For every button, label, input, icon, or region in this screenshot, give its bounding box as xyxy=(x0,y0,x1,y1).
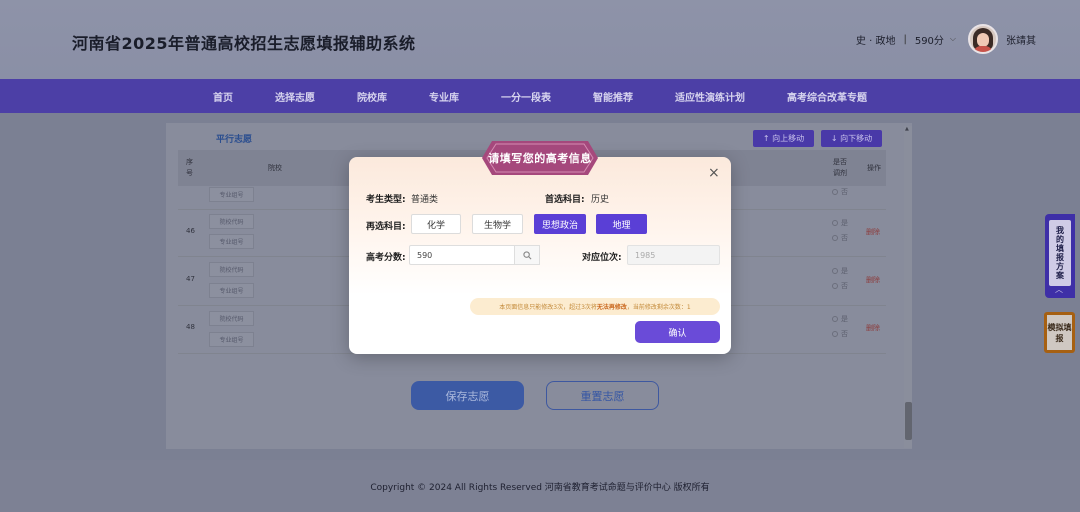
modal-title: 请填写您的高考信息 xyxy=(488,152,592,165)
search-icon[interactable] xyxy=(514,245,540,265)
nav-item-choose-volunteer[interactable]: 选择志愿 xyxy=(254,89,336,104)
selected-subjects[interactable]: 史 · 政地 xyxy=(856,32,896,47)
nav-item-score-table[interactable]: 一分一段表 xyxy=(480,89,572,104)
footer: Copyright © 2024 All Rights Reserved 河南省… xyxy=(0,460,1080,512)
mock-fill-label[interactable]: 模拟填报 xyxy=(1047,315,1072,350)
save-volunteer-button[interactable]: 保存志愿 xyxy=(411,381,524,410)
col-adjust: 是否 调剂 xyxy=(833,158,847,177)
subject-chemistry-button[interactable]: 化学 xyxy=(411,214,461,234)
mock-fill-widget[interactable]: 模拟填报 xyxy=(1044,312,1075,353)
scrollbar-track[interactable] xyxy=(904,126,912,448)
school-code-chip[interactable]: 院校代码 xyxy=(209,262,254,277)
copyright-text: Copyright © 2024 All Rights Reserved 河南省… xyxy=(370,482,710,493)
row-index: 46 xyxy=(186,227,195,235)
col-index: 序 号 xyxy=(186,158,193,177)
first-subject-label: 首选科目: xyxy=(545,195,585,205)
user-area: 史 · 政地 | 590分 ⌵ 张靖其 xyxy=(856,22,1036,56)
delete-link[interactable]: 删除 xyxy=(866,275,880,285)
chevron-down-icon[interactable]: ⌵ xyxy=(950,34,956,44)
avatar[interactable] xyxy=(968,24,998,54)
school-code-chip[interactable]: 院校代码 xyxy=(209,311,254,326)
nav-item-reform-topic[interactable]: 高考综合改革专题 xyxy=(766,89,888,104)
user-score[interactable]: 590分 xyxy=(915,32,944,47)
adjust-radio[interactable]: 否 xyxy=(832,185,848,200)
subject-politics-button[interactable]: 思想政治 xyxy=(534,214,586,234)
adjust-radio[interactable]: 是否 xyxy=(832,216,848,246)
rank-label: 对应位次: xyxy=(582,253,622,263)
site-header: 河南省2025年普通高校招生志愿填报辅助系统 史 · 政地 | 590分 ⌵ 张… xyxy=(0,0,1080,79)
row-index: 47 xyxy=(186,275,195,283)
school-code-chip[interactable]: 院校代码 xyxy=(209,214,254,229)
user-name[interactable]: 张靖其 xyxy=(1006,32,1036,47)
nav-item-drill-plan[interactable]: 适应性演练计划 xyxy=(654,89,766,104)
exam-type-label: 考生类型: xyxy=(366,195,406,205)
my-plan-widget[interactable]: 我的填报方案 ︿ xyxy=(1045,214,1075,298)
col-action: 操作 xyxy=(867,164,881,172)
edit-limit-notice: 本页面信息只能修改3次，超过3次将 无法再修改 ，当前修改剩余次数：1 xyxy=(470,298,720,315)
separator: | xyxy=(903,33,907,45)
adjust-radio[interactable]: 是否 xyxy=(832,264,848,294)
reset-volunteer-button[interactable]: 重置志愿 xyxy=(546,381,659,410)
my-plan-label[interactable]: 我的填报方案 xyxy=(1049,220,1071,286)
score-input[interactable]: 590 xyxy=(409,245,515,265)
second-subject-label: 再选科目: xyxy=(366,222,406,232)
rank-field: 1985 xyxy=(627,245,720,265)
nav-item-smart-recommend[interactable]: 智能推荐 xyxy=(572,89,654,104)
major-group-chip[interactable]: 专业组号 xyxy=(209,187,254,202)
subject-biology-button[interactable]: 生物学 xyxy=(472,214,523,234)
close-icon[interactable]: × xyxy=(708,166,720,180)
main-nav: 首页 选择志愿 院校库 专业库 一分一段表 智能推荐 适应性演练计划 高考综合改… xyxy=(0,79,1080,113)
first-subject-value: 历史 xyxy=(591,195,610,205)
col-school: 院校 xyxy=(268,164,282,172)
adjust-radio[interactable]: 是否 xyxy=(832,312,848,342)
major-group-chip[interactable]: 专业组号 xyxy=(209,332,254,347)
move-up-button[interactable]: ↑ 向上移动 xyxy=(753,130,814,147)
nav-item-school-library[interactable]: 院校库 xyxy=(336,89,408,104)
delete-link[interactable]: 删除 xyxy=(866,227,880,237)
confirm-button[interactable]: 确认 xyxy=(635,321,720,343)
site-title: 河南省2025年普通高校招生志愿填报辅助系统 xyxy=(72,34,416,53)
score-label: 高考分数: xyxy=(366,253,406,263)
subject-geography-button[interactable]: 地理 xyxy=(596,214,647,234)
row-index: 48 xyxy=(186,323,195,331)
exam-type-value: 普通类 xyxy=(411,195,439,205)
scrollbar-thumb[interactable] xyxy=(905,402,912,440)
tab-parallel[interactable]: 平行志愿 xyxy=(216,132,252,145)
chevron-up-icon[interactable]: ︿ xyxy=(1055,284,1063,295)
move-down-button[interactable]: ↓ 向下移动 xyxy=(821,130,882,147)
scroll-up-icon[interactable]: ▲ xyxy=(905,126,909,132)
delete-link[interactable]: 删除 xyxy=(866,323,880,333)
nav-item-home[interactable]: 首页 xyxy=(192,89,254,104)
major-group-chip[interactable]: 专业组号 xyxy=(209,234,254,249)
major-group-chip[interactable]: 专业组号 xyxy=(209,283,254,298)
nav-item-major-library[interactable]: 专业库 xyxy=(408,89,480,104)
